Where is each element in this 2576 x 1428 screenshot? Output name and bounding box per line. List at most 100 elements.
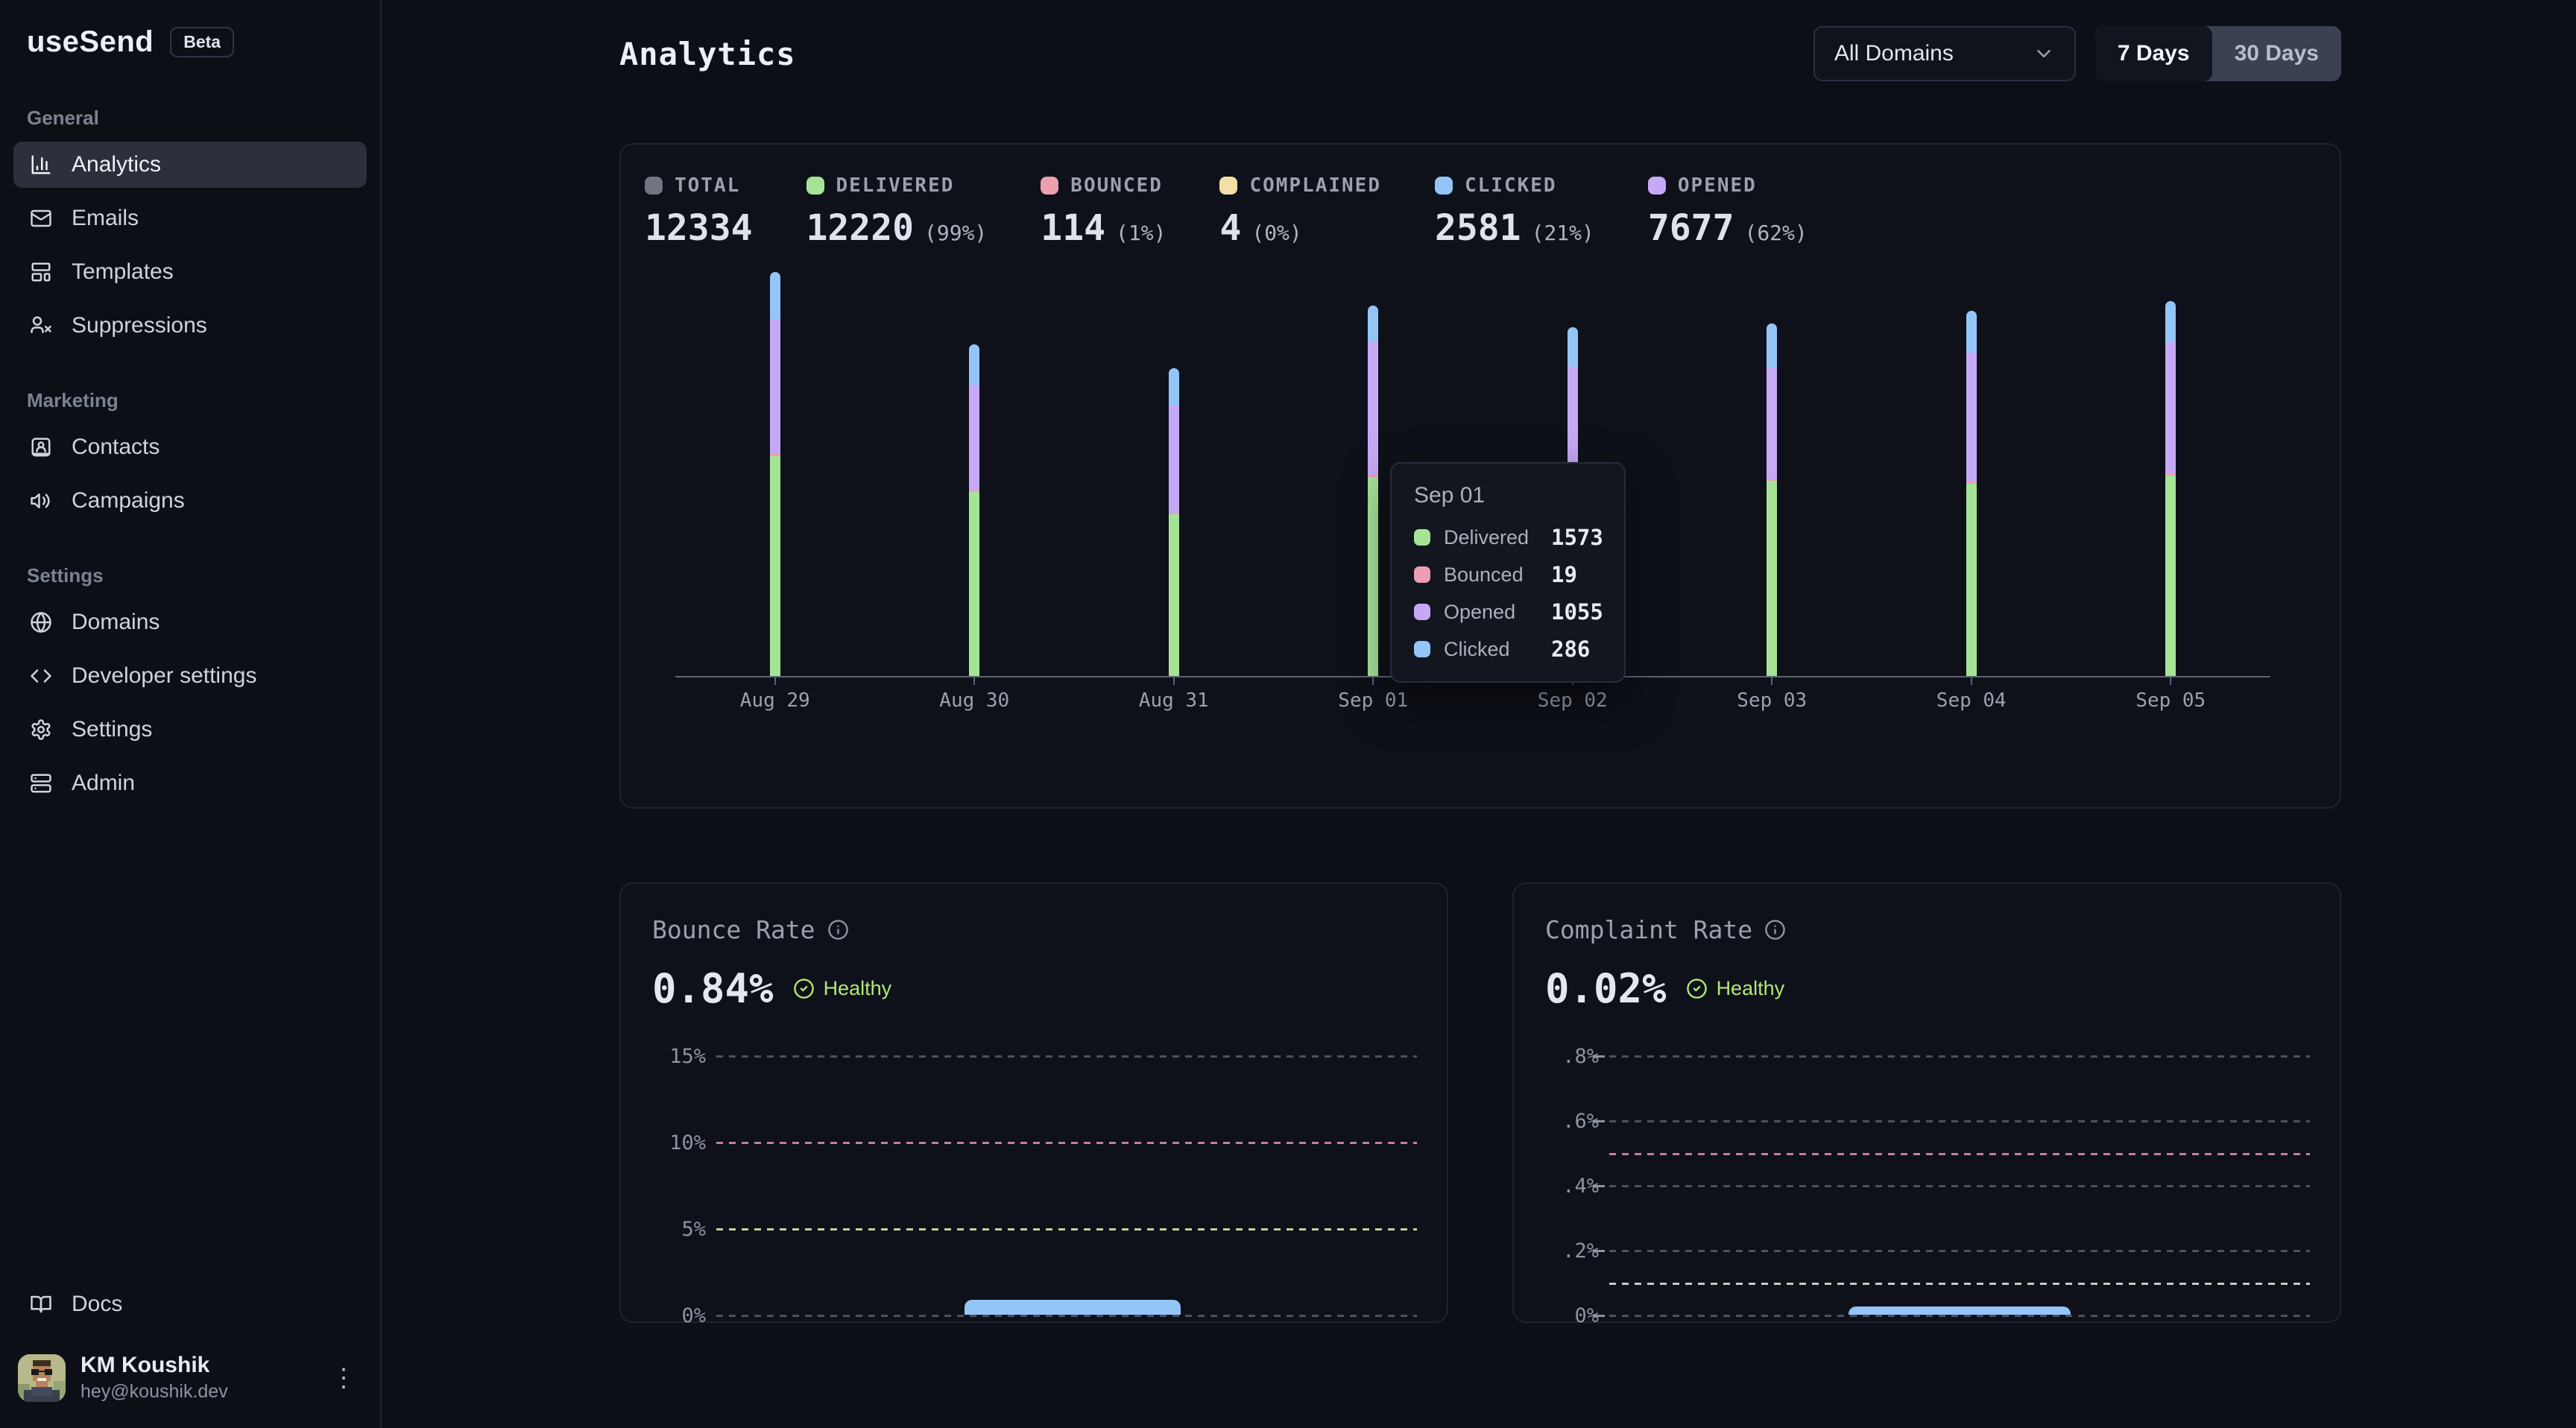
book-open-icon <box>30 1293 52 1315</box>
stat-percent: (62%) <box>1744 221 1807 245</box>
domain-filter-select[interactable]: All Domains <box>1813 26 2076 81</box>
stat-label: CLICKED <box>1435 174 1594 197</box>
chevron-down-icon <box>2033 42 2055 65</box>
sidebar-item-label: Admin <box>72 771 135 796</box>
stacked-bar-aug-30[interactable] <box>969 344 979 676</box>
x-axis-label: Aug 30 <box>939 689 1009 712</box>
complaint-status-badge: Healthy <box>1686 977 1785 1000</box>
gridline-.2%: .2% <box>1609 1250 2310 1252</box>
megaphone-icon <box>30 490 52 512</box>
bar-segment-opened <box>770 319 780 453</box>
tooltip-chip-icon <box>1414 641 1430 657</box>
bar-segment-delivered <box>969 492 979 676</box>
y-axis-label: 10% <box>669 1131 706 1154</box>
stacked-bar-aug-31[interactable] <box>1169 368 1179 676</box>
sidebar-item-analytics[interactable]: Analytics <box>13 142 367 188</box>
sidebar-item-contacts[interactable]: Contacts <box>13 424 367 470</box>
bar-segment-opened <box>1169 405 1179 513</box>
tooltip-chip-icon <box>1414 604 1430 620</box>
y-axis-label: 0% <box>681 1304 706 1327</box>
app-logo: useSend <box>27 25 154 59</box>
threshold-line <box>1609 1283 2310 1285</box>
range-button-7-days[interactable]: 7 Days <box>2095 26 2212 81</box>
stacked-bar-aug-29[interactable] <box>770 272 780 676</box>
x-axis-label: Sep 03 <box>1737 689 1807 712</box>
tooltip-row-clicked: Clicked 286 <box>1414 636 1602 662</box>
sidebar-item-domains[interactable]: Domains <box>13 599 367 645</box>
stat-opened: OPENED7677(62%) <box>1648 174 1808 249</box>
x-axis-label: Sep 04 <box>1936 689 2007 712</box>
chart-column-icon <box>30 154 52 176</box>
stacked-bar-sep-05[interactable] <box>2165 301 2176 676</box>
complaint-status-text: Healthy <box>1717 977 1785 1000</box>
nav-section-general: GeneralAnalyticsEmailsTemplatesSuppressi… <box>13 107 367 356</box>
stat-dot-icon <box>1435 177 1453 195</box>
profile-menu-icon[interactable]: ⋮ <box>326 1361 361 1395</box>
bounce-rate-title-row: Bounce Rate <box>652 915 1420 944</box>
bar-segment-clicked <box>1966 311 1977 353</box>
y-axis-tick <box>1593 1250 1605 1252</box>
stat-complained: COMPLAINED4(0%) <box>1219 174 1381 249</box>
bar-segment-delivered <box>1368 477 1378 676</box>
sidebar-item-templates[interactable]: Templates <box>13 249 367 295</box>
sidebar-item-emails[interactable]: Emails <box>13 195 367 241</box>
tooltip-rows: Delivered1573Bounced19Opened1055Clicked2… <box>1414 525 1602 662</box>
stat-value-row: 7677(62%) <box>1648 207 1808 249</box>
x-axis-tick <box>1372 676 1374 685</box>
bar-segment-opened <box>1368 341 1378 475</box>
x-axis-tick <box>1771 676 1772 685</box>
tooltip-label: Bounced <box>1444 563 1539 587</box>
bounce-rate-title: Bounce Rate <box>652 915 815 944</box>
sidebar-nav: GeneralAnalyticsEmailsTemplatesSuppressi… <box>13 107 367 847</box>
tooltip-value: 286 <box>1551 636 1602 662</box>
stat-label: TOTAL <box>645 174 753 197</box>
rate-bar[interactable] <box>1849 1307 2070 1315</box>
sidebar-item-label: Templates <box>72 259 174 285</box>
sidebar-item-label: Emails <box>72 206 139 231</box>
bar-segment-delivered <box>770 456 780 676</box>
info-icon[interactable] <box>1764 919 1786 941</box>
logo-row: useSend Beta <box>13 21 367 63</box>
beta-badge: Beta <box>170 27 234 57</box>
bar-segment-opened <box>2165 342 2176 474</box>
stacked-bar-sep-04[interactable] <box>1966 311 1977 676</box>
sidebar-item-developer-settings[interactable]: Developer settings <box>13 653 367 699</box>
y-axis-tick <box>1593 1055 1605 1058</box>
stacked-bar-sep-03[interactable] <box>1767 323 1777 676</box>
profile-name: KM Koushik <box>80 1353 312 1378</box>
nav-section-marketing: Marketing Contacts Campaigns <box>13 389 367 531</box>
sidebar-item-campaigns[interactable]: Campaigns <box>13 478 367 524</box>
stacked-bar-sep-01[interactable] <box>1368 306 1378 676</box>
stat-value-row: 4(0%) <box>1219 207 1381 249</box>
layout-template-icon <box>30 261 52 283</box>
rate-cards-row: Bounce Rate 0.84% Healthy 15%10%5%0% Co <box>619 882 2341 1323</box>
bar-segment-delivered <box>1169 514 1179 676</box>
stat-label-text: TOTAL <box>675 174 740 197</box>
bounce-status-text: Healthy <box>824 977 892 1000</box>
x-axis-tick <box>774 676 776 685</box>
contact-book-icon <box>30 436 52 458</box>
section-label: Marketing <box>13 389 367 424</box>
sidebar-item-admin[interactable]: Admin <box>13 760 367 806</box>
user-profile[interactable]: KM Koushik hey@koushik.dev ⋮ <box>13 1353 367 1403</box>
stat-dot-icon <box>806 177 824 195</box>
x-axis-tick <box>2170 676 2171 685</box>
sidebar-item-docs[interactable]: Docs <box>13 1281 367 1327</box>
stats-row: TOTAL12334DELIVERED12220(99%)BOUNCED114(… <box>621 145 2340 249</box>
rate-bar[interactable] <box>965 1300 1181 1315</box>
bar-segment-opened <box>1966 353 1977 482</box>
sidebar-item-label: Contacts <box>72 435 160 460</box>
range-button-30-days[interactable]: 30 Days <box>2212 26 2341 81</box>
y-axis-tick <box>1593 1185 1605 1187</box>
bounce-rate-value-row: 0.84% Healthy <box>652 965 1420 1012</box>
stat-dot-icon <box>1219 177 1237 195</box>
x-axis-label: Sep 02 <box>1538 689 1608 712</box>
code-icon <box>30 665 52 687</box>
sidebar-item-suppressions[interactable]: Suppressions <box>13 303 367 349</box>
stat-percent: (1%) <box>1116 221 1166 245</box>
info-icon[interactable] <box>827 919 849 941</box>
sidebar-item-settings[interactable]: Settings <box>13 707 367 753</box>
tooltip-label: Clicked <box>1444 638 1539 661</box>
bounce-rate-value: 0.84% <box>652 965 774 1012</box>
gridline-10%: 10% <box>716 1142 1417 1144</box>
